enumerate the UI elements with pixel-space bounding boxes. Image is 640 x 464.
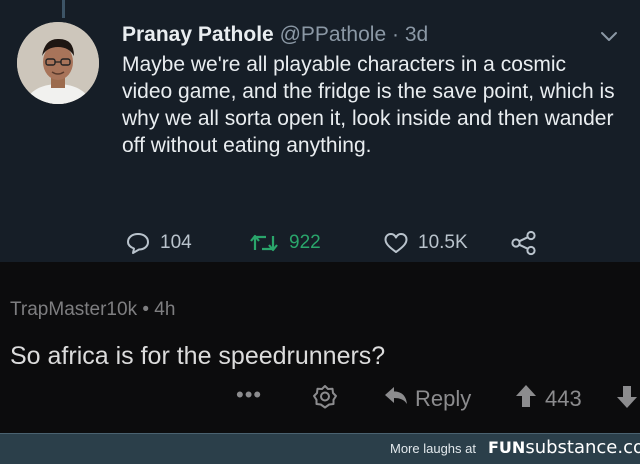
reply-label: Reply: [415, 386, 472, 411]
reply-count: 104: [160, 232, 192, 253]
score: 443: [545, 386, 582, 411]
author-handle[interactable]: @PPathole: [280, 23, 387, 46]
watermark-bar: More laughs at FUNsubstance.com: [0, 433, 640, 464]
upvote-arrow-icon: [515, 383, 537, 415]
downvote-button[interactable]: [616, 382, 638, 416]
like-button[interactable]: 10.5K: [383, 226, 468, 260]
share-icon: [510, 230, 538, 256]
retweet-icon: [248, 231, 280, 255]
comment-reply-button[interactable]: Reply: [383, 382, 471, 416]
separator-dot: ·: [391, 23, 399, 46]
chevron-down-icon[interactable]: [600, 30, 618, 42]
tweet-card: Pranay Pathole @PPathole · 3d Maybe we'r…: [0, 0, 640, 262]
tweet-header: Pranay Pathole @PPathole · 3d: [122, 22, 428, 48]
reply-arrow-icon: [383, 384, 409, 414]
thread-line: [62, 0, 65, 18]
comment: TrapMaster10k • 4h So africa is for the …: [0, 262, 640, 433]
comment-actions: ••• Reply 443: [0, 382, 640, 416]
award-icon: [311, 383, 339, 416]
award-button[interactable]: [311, 382, 339, 416]
like-count: 10.5K: [418, 232, 468, 253]
tweet-timestamp[interactable]: 3d: [405, 23, 428, 46]
comment-meta: TrapMaster10k • 4h: [10, 299, 175, 321]
share-button[interactable]: [510, 226, 538, 260]
site-logo[interactable]: FUNsubstance.com: [488, 437, 640, 459]
more-options-button[interactable]: •••: [236, 378, 262, 412]
reply-button[interactable]: 104: [125, 226, 192, 260]
avatar[interactable]: [17, 22, 99, 104]
separator-dot: •: [142, 299, 149, 320]
downvote-arrow-icon: [616, 384, 638, 415]
retweet-count: 922: [289, 232, 321, 253]
comment-timestamp: 4h: [154, 299, 176, 320]
comment-username[interactable]: TrapMaster10k: [10, 299, 137, 320]
tweet-text: Maybe we're all playable characters in a…: [122, 53, 615, 157]
author-name[interactable]: Pranay Pathole: [122, 23, 274, 46]
watermark-text: More laughs at: [390, 441, 476, 456]
speech-bubble-icon: [125, 231, 151, 255]
heart-icon: [383, 231, 409, 255]
retweet-button[interactable]: 922: [248, 226, 321, 260]
tweet-actions: 104 922 10.5K: [0, 226, 640, 260]
upvote-button[interactable]: 443: [515, 382, 582, 416]
comment-text: So africa is for the speedrunners?: [10, 342, 386, 370]
